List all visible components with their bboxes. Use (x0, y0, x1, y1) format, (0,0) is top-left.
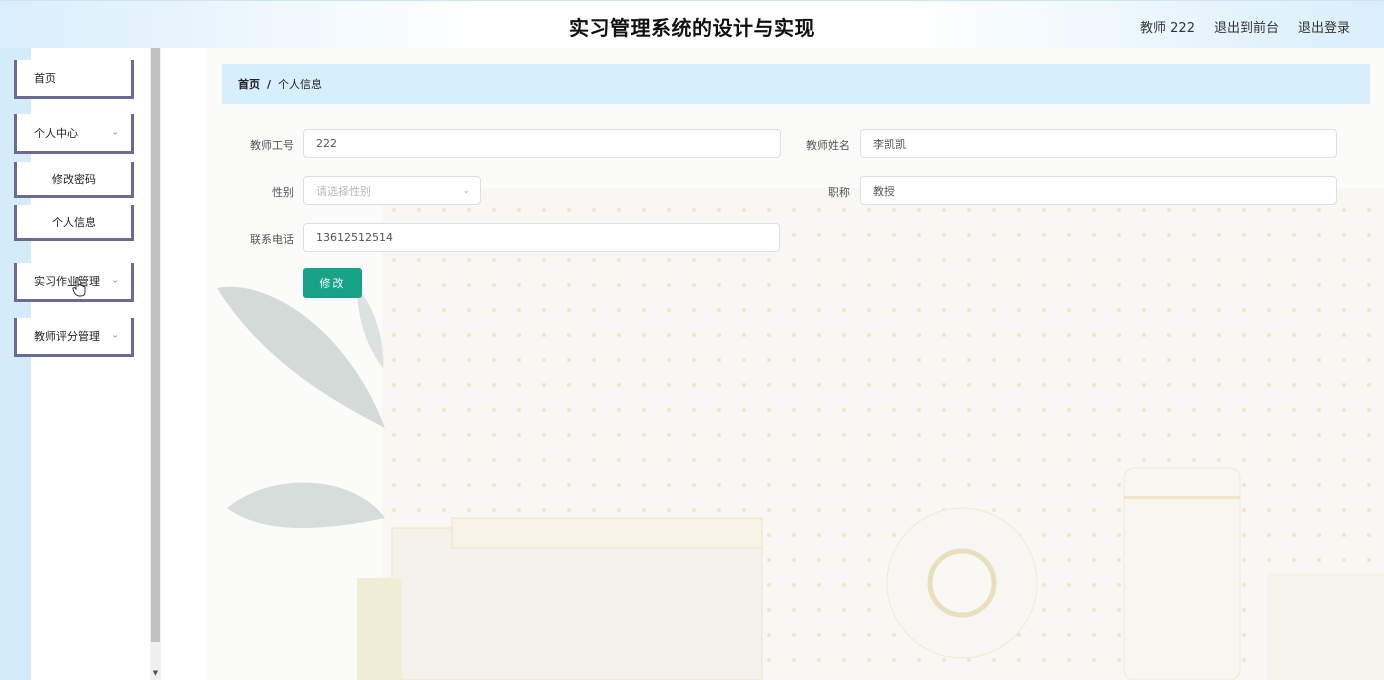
sidebar-item-personal-info[interactable]: 个人信息 (14, 205, 134, 241)
teacher-id-label: 教师工号 (250, 139, 294, 152)
gender-placeholder: 请选择性别 (316, 184, 371, 198)
sidebar-scrollbar[interactable]: ▼ (150, 48, 161, 680)
sidebar-item-label: 个人中心 (34, 126, 78, 140)
breadcrumb: 首页 / 个人信息 (222, 64, 1370, 104)
breadcrumb-current: 个人信息 (278, 78, 323, 91)
logout-link[interactable]: 退出登录 (1298, 17, 1350, 36)
sidebar-item-personal-center[interactable]: 个人中心 ⌄ (14, 114, 134, 154)
job-title-label: 职称 (828, 186, 850, 199)
gender-label: 性别 (272, 186, 294, 199)
back-to-front-link[interactable]: 退出到前台 (1214, 17, 1279, 36)
breadcrumb-separator: / (267, 77, 272, 91)
sidebar-item-label: 首页 (34, 72, 56, 85)
sidebar-item-change-password[interactable]: 修改密码 (14, 162, 134, 198)
teacher-name-input[interactable]: 李凯凯 (860, 129, 1337, 158)
teacher-id-input[interactable]: 222 (303, 129, 781, 158)
chevron-down-icon: ⌄ (462, 185, 470, 196)
sidebar-item-home[interactable]: 首页 (14, 60, 134, 99)
hand-cursor-icon (72, 277, 86, 297)
breadcrumb-home[interactable]: 首页 (238, 76, 260, 92)
phone-label: 联系电话 (250, 233, 294, 246)
scrollbar-thumb[interactable] (151, 48, 160, 642)
job-title-input[interactable]: 教授 (860, 176, 1337, 205)
teacher-name-label: 教师姓名 (806, 139, 850, 152)
scroll-down-arrow-icon[interactable]: ▼ (150, 668, 161, 678)
chevron-down-icon: ⌄ (111, 330, 119, 341)
top-header: 实习管理系统的设计与实现 教师 222 退出到前台 退出登录 (0, 0, 1384, 48)
user-area: 教师 222 退出到前台 退出登录 (1140, 17, 1350, 36)
user-label: 教师 222 (1140, 21, 1195, 36)
sidebar-item-label: 个人信息 (52, 215, 96, 229)
phone-input[interactable]: 13612512514 (303, 223, 780, 252)
chevron-down-icon: ⌄ (111, 275, 119, 286)
modify-button[interactable]: 修改 (303, 268, 362, 298)
sidebar-item-teacher-scoring[interactable]: 教师评分管理 ⌄ (14, 318, 134, 357)
chevron-down-icon: ⌄ (111, 127, 119, 137)
sidebar-item-label: 教师评分管理 (34, 330, 100, 343)
sidebar-item-label: 实习作业管理 (34, 275, 100, 288)
gender-select[interactable]: 请选择性别 ⌄ (303, 176, 481, 205)
sidebar-item-label: 修改密码 (52, 172, 96, 186)
